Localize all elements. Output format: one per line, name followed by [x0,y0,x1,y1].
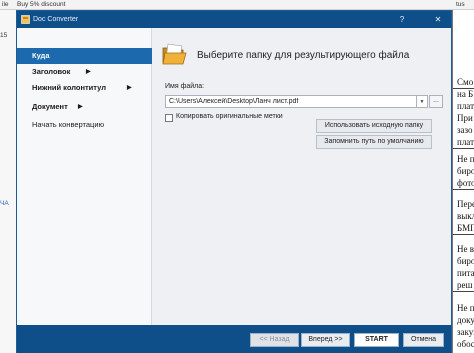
table-cell: биро [457,166,474,176]
table-cell: Пере [457,199,474,209]
table-cell: Не п [457,303,474,313]
background-menu-status[interactable]: tus [456,0,465,10]
copy-marks-label[interactable]: Копировать оригинальные метки [176,113,283,120]
table-cell: пита [457,268,474,278]
sidebar-item-label: Заголовок [32,67,71,76]
sidebar-item-header[interactable]: Заголовок ▶ [17,64,152,80]
app-icon [21,15,30,24]
title-bar[interactable]: Doc Converter ? ✕ [17,11,451,28]
table-cell: При [457,113,473,123]
wizard-sidebar: Куда Заголовок ▶ Нижний колонтитул ▶ Док… [17,28,152,325]
sidebar-item-label: Документ [32,102,68,111]
back-button[interactable]: << Назад [250,333,299,347]
table-cell: реш [453,279,474,292]
chevron-down-icon[interactable]: ▼ [417,95,428,108]
cancel-button[interactable]: Отмена [403,333,444,347]
table-cell: обос [457,339,474,349]
table-cell: биро [457,256,474,266]
file-name-label: Имя файла: [165,83,205,90]
table-cell: плат [457,101,474,111]
sidebar-item-document[interactable]: Документ ▶ [17,99,152,115]
page-title: Выберите папку для результирующего файла [197,50,410,61]
sidebar-item-label: Куда [32,51,50,60]
table-cell: фото [453,177,474,190]
start-button[interactable]: START [354,333,399,347]
wizard-footer: << Назад Вперед >> START Отмена [17,325,451,353]
close-button[interactable]: ✕ [431,11,445,28]
destination-page: Выберите папку для результирующего файла… [153,28,451,325]
table-cell: Не п [457,154,474,164]
table-cell: зазо [457,125,473,135]
sidebar-item-destination[interactable]: Куда [17,48,152,64]
file-path-input[interactable] [165,95,417,108]
table-cell: плат [453,136,474,149]
folder-icon [162,43,187,65]
use-source-folder-button[interactable]: Использовать исходную папку [316,119,432,133]
copy-marks-checkbox[interactable] [165,114,173,122]
help-button[interactable]: ? [395,11,409,28]
background-left-fragment: ЧА [0,200,9,207]
table-cell: выкл [457,211,474,221]
background-left-panel: 15 ЧА [0,10,16,353]
table-cell: закуп [457,327,474,337]
next-button[interactable]: Вперед >> [301,333,350,347]
table-cell: Не в [457,244,474,254]
background-menu-bar: ile Buy 5% discount tus [0,0,474,10]
browse-button[interactable]: ... [429,95,443,108]
sidebar-item-label: Начать конвертацию [32,120,105,129]
chevron-right-icon: ▶ [86,69,91,75]
table-cell: доку [457,315,474,325]
table-cell: на Б [457,89,474,99]
doc-converter-dialog: Doc Converter ? ✕ Куда Заголовок ▶ Нижни… [16,10,452,353]
sidebar-item-label: Нижний колонтитул [32,83,106,92]
chevron-right-icon: ▶ [127,85,132,91]
background-document-table: Смо на Б плат При зазо плат Не п биро фо… [452,10,474,353]
background-left-fragment: 15 [0,32,8,39]
sidebar-item-start-conversion[interactable]: Начать конвертацию [17,117,152,133]
chevron-right-icon: ▶ [78,104,83,110]
table-cell: БМП [453,222,474,235]
background-discount-link[interactable]: Buy 5% discount [17,0,65,10]
background-menu-file[interactable]: ile [2,0,9,10]
window-title: Doc Converter [33,16,79,23]
sidebar-item-footer[interactable]: Нижний колонтитул ▶ [17,80,152,96]
remember-default-path-button[interactable]: Запомнить путь по умолчанию [316,135,432,149]
